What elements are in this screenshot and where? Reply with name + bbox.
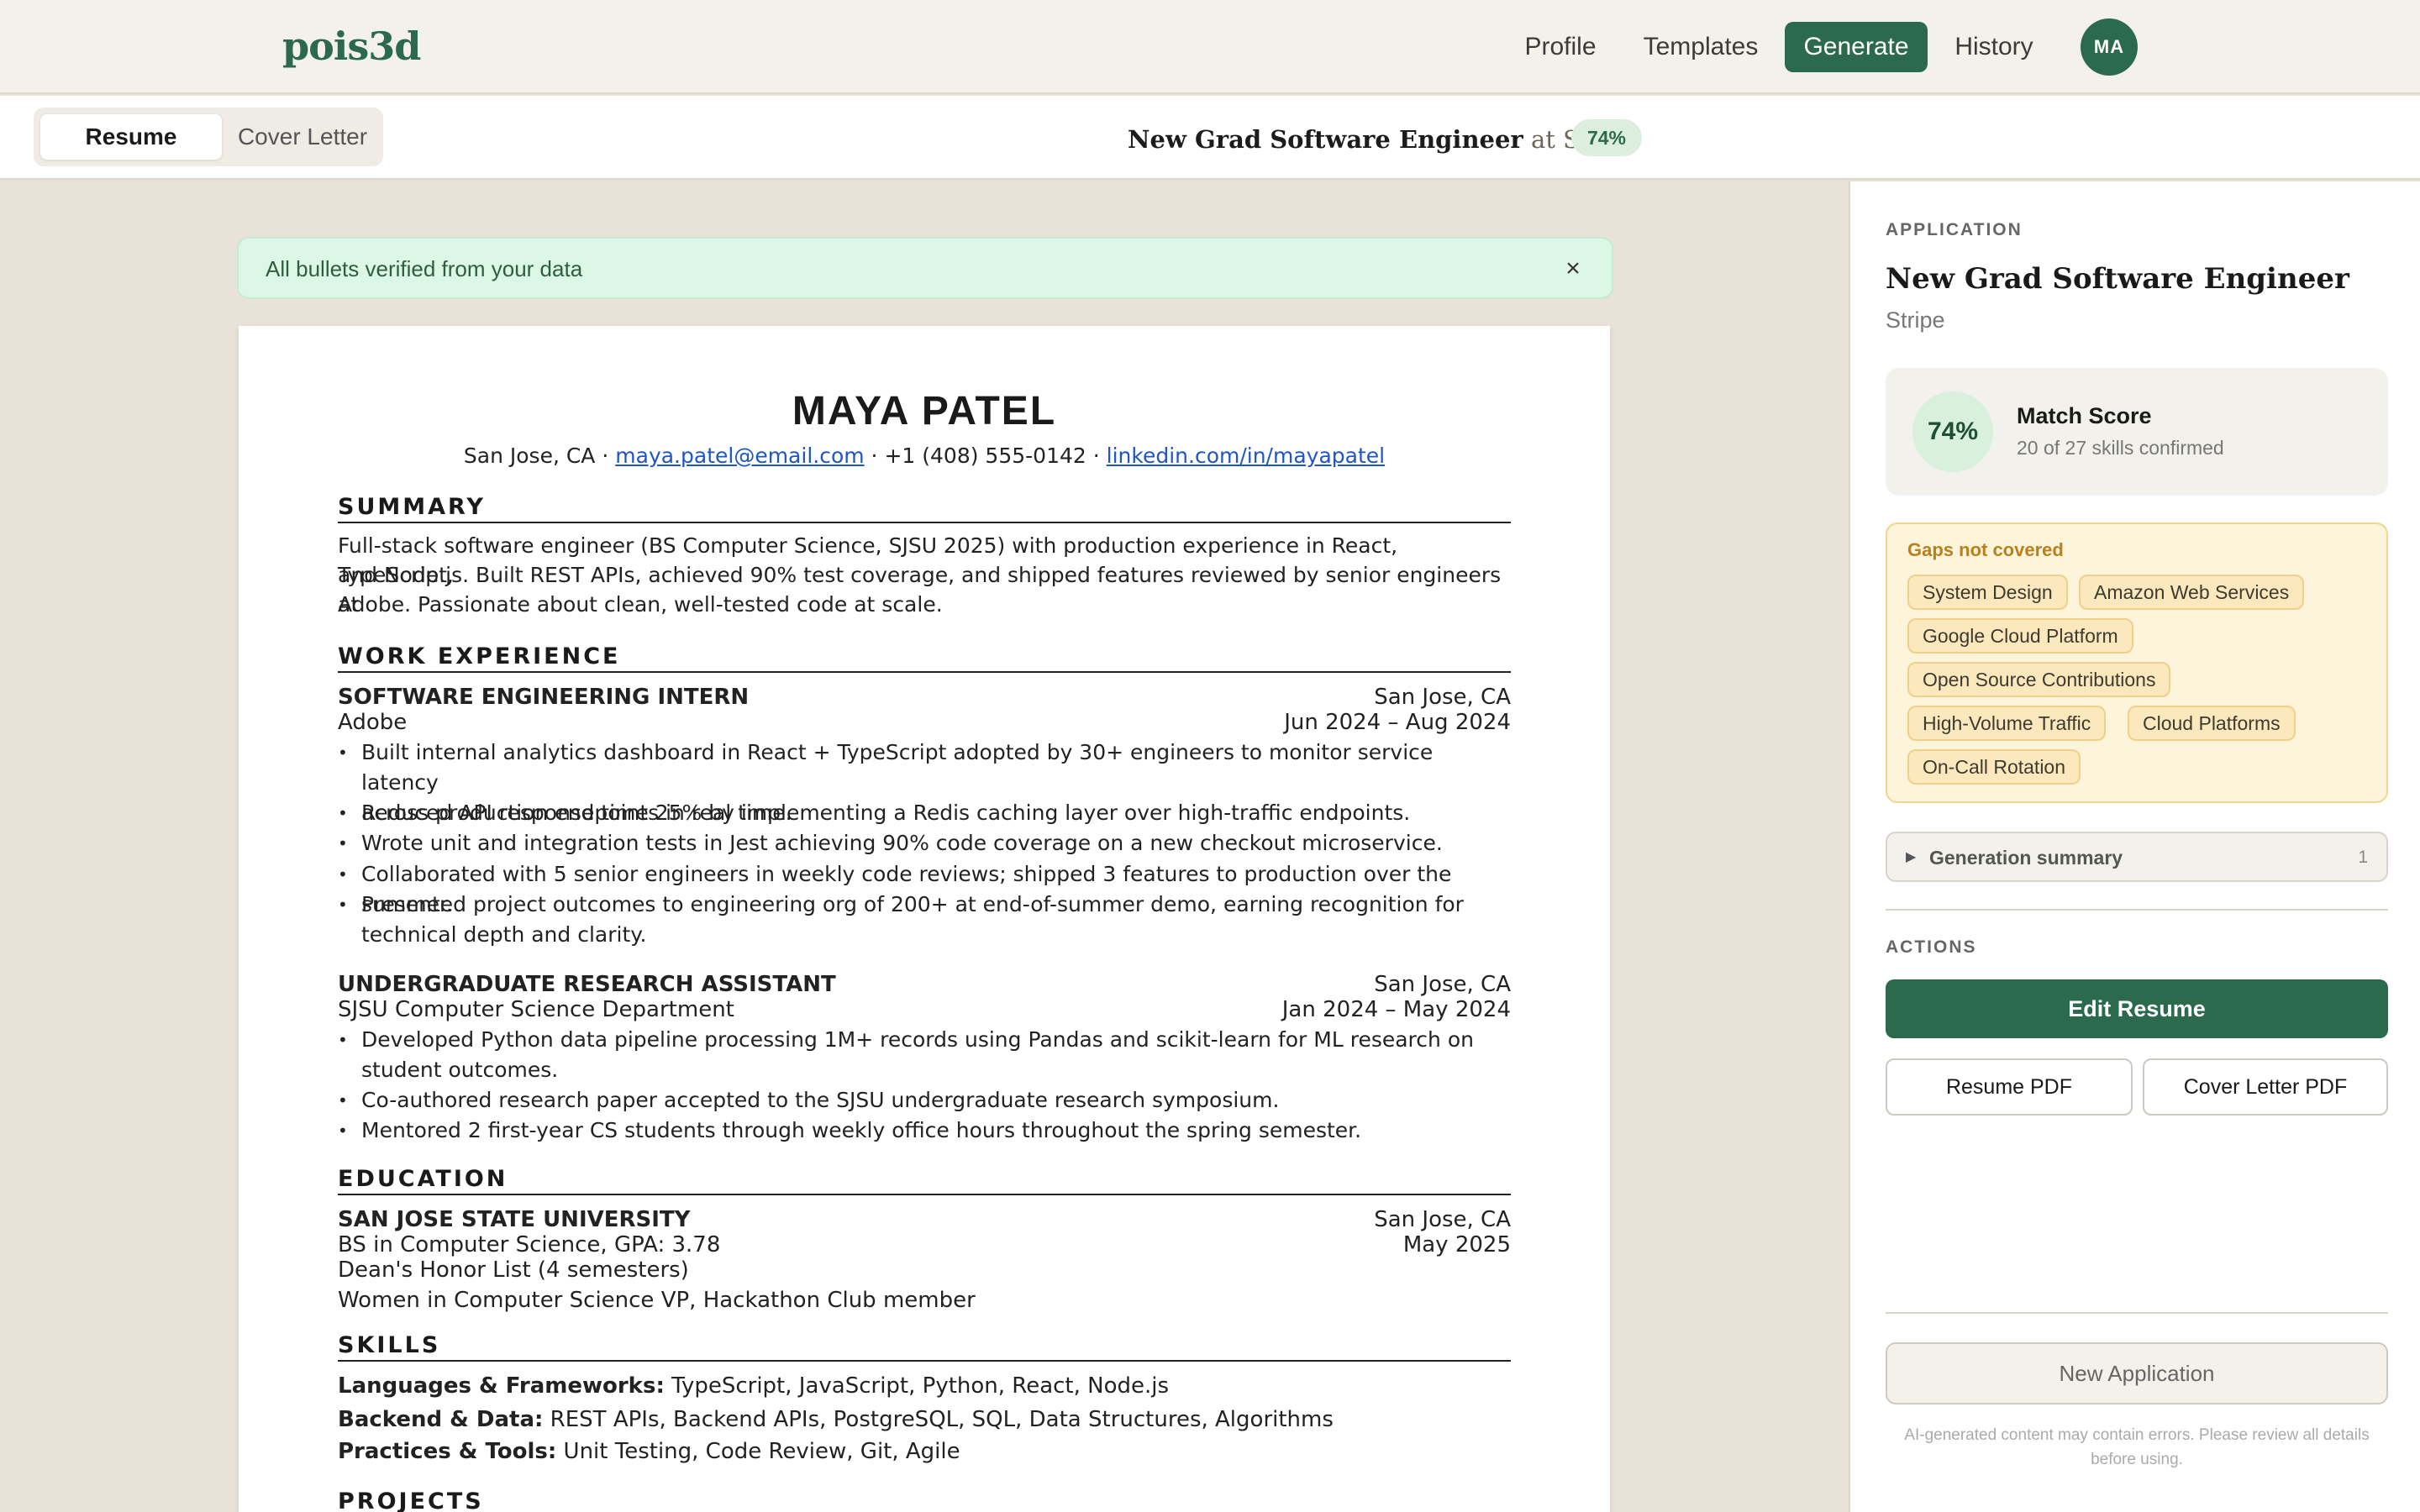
doc-tabs: Resume Cover Letter [34, 108, 383, 166]
skill-row: Backend & Data: REST APIs, Backend APIs,… [338, 1407, 1334, 1432]
new-application-button[interactable]: New Application [1886, 1342, 2388, 1404]
match-score-sub: 20 of 27 skills confirmed [2017, 437, 2224, 459]
section-work-experience: WORK EXPERIENCE [338, 643, 1511, 673]
bullet: Co-authored research paper accepted to t… [338, 1085, 1514, 1116]
edu-degree: BS in Computer Science, GPA: 3.78 [338, 1232, 721, 1257]
tab-cover-letter[interactable]: Cover Letter [229, 114, 376, 160]
application-company: Stripe [1886, 307, 1945, 333]
job-org-row: SJSU Computer Science Department Jan 202… [338, 995, 1511, 1025]
tab-resume[interactable]: Resume [40, 114, 222, 160]
divider [1886, 909, 2388, 911]
application-panel: APPLICATION New Grad Software Engineer S… [1849, 181, 2420, 1512]
section-skills: SKILLS [338, 1332, 1511, 1362]
resume-name: MAYA PATEL [792, 389, 1057, 433]
job-role: SOFTWARE ENGINEERING INTERN [338, 685, 750, 710]
nav-generate[interactable]: Generate [1785, 22, 1928, 72]
gap-chip: Open Source Contributions [1907, 662, 2171, 697]
gaps-panel: Gaps not covered System Design Amazon We… [1886, 522, 2388, 803]
gap-chip: Amazon Web Services [2079, 575, 2305, 610]
gap-chip: On-Call Rotation [1907, 749, 2081, 785]
job-dates: Jun 2024 – Aug 2024 [1284, 710, 1511, 735]
nav-templates[interactable]: Templates [1634, 22, 1768, 72]
resume-preview-area: All bullets verified from your data × MA… [0, 181, 1849, 1512]
resume-pdf-button[interactable]: Resume PDF [1886, 1058, 2133, 1116]
verified-banner: All bullets verified from your data × [237, 237, 1613, 299]
generation-summary-label: Generation summary [1929, 847, 2123, 869]
bullet: Mentored 2 first-year CS students throug… [338, 1116, 1514, 1146]
match-score-circle: 74% [1912, 391, 1993, 472]
gap-chip: Google Cloud Platform [1907, 618, 2133, 654]
nav-history[interactable]: History [1944, 22, 2044, 72]
summary-line: Adobe. Passionate about clean, well-test… [338, 592, 943, 617]
match-score-card: 74% Match Score 20 of 27 skills confirme… [1886, 368, 2388, 496]
skill-row: Languages & Frameworks: TypeScript, Java… [338, 1373, 1170, 1399]
edu-activities: Women in Computer Science VP, Hackathon … [338, 1288, 976, 1313]
job-title: New Grad Software Engineer [1128, 125, 1523, 154]
ai-disclaimer: AI-generated content may contain errors.… [1904, 1426, 2370, 1468]
gaps-title: Gaps not covered [1907, 539, 2064, 560]
application-label: APPLICATION [1886, 220, 2023, 239]
application-title: New Grad Software Engineer [1886, 262, 2349, 296]
match-score-title: Match Score [2017, 403, 2152, 428]
logo[interactable]: pois3d [282, 24, 421, 69]
job-org: SJSU Computer Science Department [338, 997, 734, 1022]
actions-label: ACTIONS [1886, 937, 1977, 957]
resume-page: MAYA PATEL San Jose, CA · maya.patel@ema… [239, 326, 1610, 1512]
section-projects: PROJECTS [338, 1488, 1511, 1512]
gap-chip: Cloud Platforms [2128, 706, 2296, 741]
caret-right-icon: ▶ [1906, 850, 1917, 864]
section-education: EDUCATION [338, 1166, 1511, 1195]
bullet: Reduced API response time 25% by impleme… [338, 798, 1514, 828]
top-nav: pois3d Profile Templates Generate Histor… [0, 0, 2420, 94]
sub-bar: Resume Cover Letter New Grad Software En… [0, 96, 2420, 180]
contact-location: San Jose, CA [463, 444, 596, 468]
generation-summary-toggle[interactable]: ▶ Generation summary 1 [1886, 832, 2388, 882]
edu-honors: Dean's Honor List (4 semesters) [338, 1257, 689, 1283]
job-org: Adobe [338, 710, 408, 735]
nav-profile[interactable]: Profile [1512, 22, 1608, 72]
bullet: Developed Python data pipeline processin… [338, 1025, 1514, 1085]
contact-linkedin[interactable]: linkedin.com/in/mayapatel [1107, 444, 1385, 468]
generation-summary-count: 1 [2358, 848, 2368, 867]
job-heading: New Grad Software Engineer at Stripe [1128, 121, 1639, 158]
resume-contact: San Jose, CA · maya.patel@email.com · +1… [463, 444, 1386, 468]
skill-row: Practices & Tools: Unit Testing, Code Re… [338, 1439, 960, 1464]
avatar[interactable]: MA [2081, 18, 2138, 76]
gap-chip: System Design [1907, 575, 2068, 610]
contact-phone: +1 (408) 555-0142 [884, 444, 1086, 468]
section-summary: SUMMARY [338, 494, 1511, 523]
contact-email[interactable]: maya.patel@email.com [615, 444, 864, 468]
divider [1886, 1312, 2388, 1314]
edit-resume-button[interactable]: Edit Resume [1886, 979, 2388, 1038]
cover-letter-pdf-button[interactable]: Cover Letter PDF [2143, 1058, 2388, 1116]
job-role: UNDERGRADUATE RESEARCH ASSISTANT [338, 972, 836, 997]
bullet: Presented project outcomes to engineerin… [338, 890, 1514, 950]
bullet: Wrote unit and integration tests in Jest… [338, 828, 1514, 858]
match-badge: 74% [1571, 119, 1642, 156]
gap-chip: High-Volume Traffic [1907, 706, 2107, 741]
banner-text: All bullets verified from your data [266, 256, 583, 281]
job-org-row: Adobe Jun 2024 – Aug 2024 [338, 707, 1511, 738]
job-dates: Jan 2024 – May 2024 [1281, 997, 1511, 1022]
close-icon[interactable]: × [1556, 252, 1590, 286]
edu-school: SAN JOSE STATE UNIVERSITY [338, 1207, 691, 1232]
